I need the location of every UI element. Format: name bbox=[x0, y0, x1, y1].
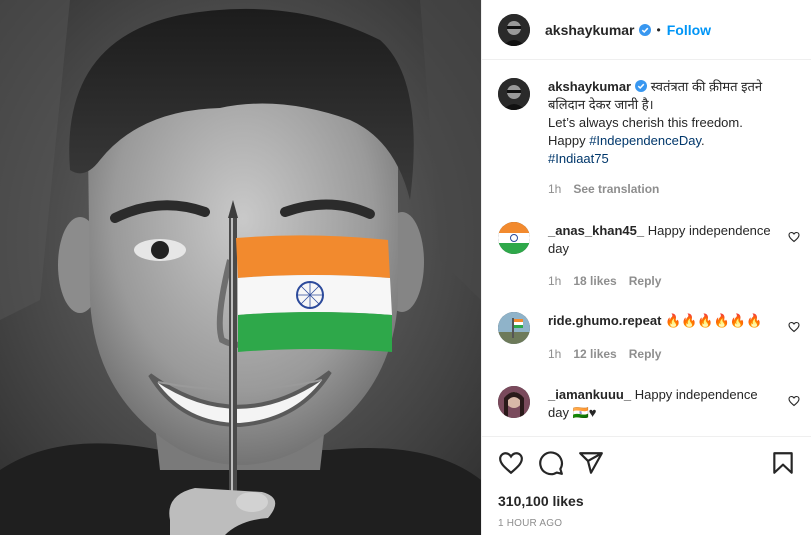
comment-username[interactable]: ride.ghumo.repeat bbox=[548, 313, 661, 328]
indian-flag bbox=[236, 235, 392, 352]
caption-meta: 1h See translation bbox=[548, 182, 659, 196]
comment-icon[interactable] bbox=[538, 450, 564, 476]
author-avatar[interactable] bbox=[498, 13, 530, 46]
instagram-post: akshaykumar • Follow akshaykumar स्वतंत्… bbox=[0, 0, 811, 535]
commenter-avatar[interactable] bbox=[498, 222, 530, 254]
follow-button[interactable]: Follow bbox=[667, 22, 711, 38]
commenter-avatar[interactable] bbox=[498, 312, 530, 344]
post-side-panel: akshaykumar • Follow akshaykumar स्वतंत्… bbox=[481, 0, 811, 535]
comment-likes-count[interactable]: 18 likes bbox=[573, 274, 616, 288]
action-icons bbox=[498, 450, 798, 478]
caption-line2: Let’s always cherish this freedom. bbox=[548, 115, 743, 130]
comment-like-heart-icon[interactable] bbox=[788, 231, 800, 243]
caption-username[interactable]: akshaykumar bbox=[548, 79, 631, 94]
caption-line3-suffix: . bbox=[701, 133, 705, 148]
likes-count[interactable]: 310,100 likes bbox=[498, 493, 584, 509]
caption-time[interactable]: 1h bbox=[548, 182, 561, 196]
comment-body: _anas_khan45_ Happy independence day bbox=[548, 222, 778, 258]
comment-time[interactable]: 1h bbox=[548, 274, 561, 288]
share-icon[interactable] bbox=[578, 450, 604, 476]
hashtag-independence-day[interactable]: #IndependenceDay bbox=[589, 133, 701, 148]
post-actions: 310,100 likes 1 HOUR AGO bbox=[482, 436, 811, 535]
comment-time[interactable]: 1h bbox=[548, 347, 561, 361]
flag-green-band bbox=[238, 312, 392, 352]
comment-username[interactable]: _iamankuuu_ bbox=[548, 387, 631, 402]
comment-like-heart-icon[interactable] bbox=[788, 321, 800, 333]
post-header: akshaykumar • Follow bbox=[482, 0, 811, 60]
comments-list[interactable]: akshaykumar स्वतंत्रता की क़ीमत इतने बलि… bbox=[482, 61, 811, 435]
flag-saffron-band bbox=[236, 235, 390, 278]
comment-body: _iamankuuu_ Happy independence day 🇮🇳♥ bbox=[548, 386, 778, 422]
caption: akshaykumar स्वतंत्रता की क़ीमत इतने बलि… bbox=[498, 78, 798, 198]
post-image bbox=[0, 0, 481, 535]
commenter-avatar[interactable] bbox=[498, 386, 530, 418]
caption-line3-prefix: Happy bbox=[548, 133, 590, 148]
comment-meta: 1h 18 likes Reply bbox=[548, 274, 661, 288]
comment-item: _anas_khan45_ Happy independence day 1h … bbox=[498, 222, 800, 292]
comment-item: ride.ghumo.repeat 🔥🔥🔥🔥🔥🔥 1h 12 likes Rep… bbox=[498, 312, 800, 382]
comment-like-heart-icon[interactable] bbox=[788, 395, 800, 407]
comment-body: ride.ghumo.repeat 🔥🔥🔥🔥🔥🔥 bbox=[548, 312, 778, 330]
hashtag-india-at-75[interactable]: #Indiaat75 bbox=[548, 151, 609, 166]
post-photo[interactable] bbox=[0, 0, 481, 535]
caption-avatar[interactable] bbox=[498, 78, 530, 110]
heart-icon[interactable] bbox=[498, 450, 524, 476]
see-translation-button[interactable]: See translation bbox=[573, 182, 659, 196]
verified-badge-icon bbox=[635, 80, 648, 92]
author-username[interactable]: akshaykumar bbox=[545, 22, 635, 38]
reply-button[interactable]: Reply bbox=[629, 274, 662, 288]
bookmark-icon[interactable] bbox=[770, 450, 796, 476]
comment-item: _iamankuuu_ Happy independence day 🇮🇳♥ bbox=[498, 386, 800, 435]
caption-body: akshaykumar स्वतंत्रता की क़ीमत इतने बलि… bbox=[548, 78, 778, 168]
reply-button[interactable]: Reply bbox=[629, 347, 662, 361]
post-timestamp[interactable]: 1 HOUR AGO bbox=[498, 518, 562, 529]
comment-text: 🔥🔥🔥🔥🔥🔥 bbox=[665, 313, 763, 328]
verified-badge-icon bbox=[638, 23, 651, 36]
header-separator: • bbox=[656, 22, 661, 37]
comment-meta: 1h 12 likes Reply bbox=[548, 347, 661, 361]
comment-username[interactable]: _anas_khan45_ bbox=[548, 223, 644, 238]
comment-likes-count[interactable]: 12 likes bbox=[573, 347, 616, 361]
